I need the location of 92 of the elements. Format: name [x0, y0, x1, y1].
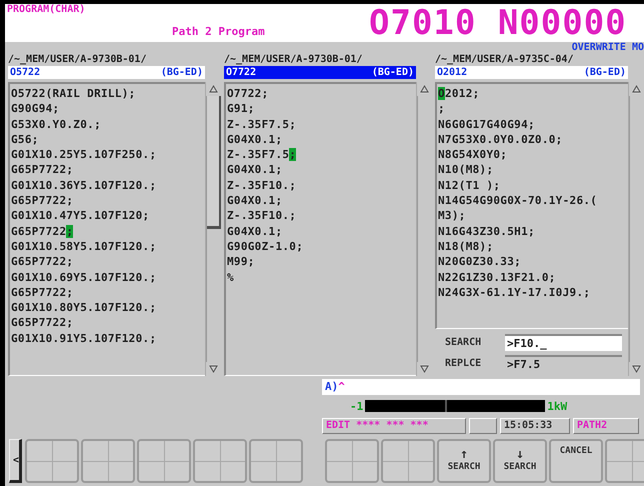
scroll-thumb[interactable]	[206, 96, 221, 229]
field-label: SEARCH	[445, 337, 482, 348]
status-field	[469, 418, 497, 434]
code-line: G01X10.80Y5.107F120.;	[11, 300, 158, 316]
folder-path: /~_MEM/USER/A-9735C-04/	[435, 54, 574, 66]
program-number: O5722	[10, 66, 40, 79]
folder-path: /~_MEM/USER/A-9730B-01/	[224, 54, 364, 66]
code-line: G01X10.36Y5.107F120.;	[11, 178, 158, 194]
code-line: N10(M8);	[438, 162, 494, 178]
soft-key[interactable]	[381, 439, 436, 483]
soft-key[interactable]	[605, 439, 644, 483]
code-line: O5722(RAIL DRILL);	[11, 86, 137, 102]
code-line: G65P7722;	[11, 254, 74, 270]
code-line: G01X10.91Y5.107F120.;	[11, 330, 158, 346]
code-line: M99;	[226, 254, 256, 270]
code-line: G56;	[11, 132, 40, 148]
soft-key[interactable]	[25, 439, 80, 483]
code-line: O7722;	[226, 86, 270, 102]
scrollbar[interactable]	[416, 82, 432, 376]
code-line: N16G43Z30.5H1;	[438, 224, 536, 239]
code-line: G65P7722;	[11, 224, 74, 239]
mode-status: EDIT **** *** ***	[322, 418, 466, 434]
soft-key[interactable]: ↓ SEARCH	[493, 439, 548, 483]
code-line: G01X10.69Y5.107F120.;	[11, 270, 158, 285]
screen-name: PROGRAM(CHAR)	[7, 4, 86, 16]
code-line: N8G54X0Y0;	[438, 147, 508, 162]
back-key[interactable]: <	[9, 439, 22, 483]
edit-mode: OVERWRITE MO	[572, 42, 644, 54]
code-line: N24G3X-61.1Y-17.I0J9.;	[438, 284, 592, 300]
input-field[interactable]: >F10._	[505, 334, 622, 351]
soft-key[interactable]	[81, 439, 136, 483]
code-line: G65P7722;	[11, 315, 74, 331]
code-line: G01X10.25Y5.107F250.;	[11, 147, 158, 162]
program-header[interactable]: O2012 (BG-ED)	[435, 66, 628, 79]
program-tag: (BG-ED)	[584, 66, 626, 79]
code-line: ;	[438, 101, 446, 117]
code-line: G90G0Z-1.0;	[226, 238, 304, 254]
soft-key[interactable]	[325, 439, 380, 483]
code-line: N6G0G17G40G94;	[438, 116, 536, 132]
code-line: M3);	[438, 208, 467, 224]
path-title: Path 2 Program	[172, 25, 266, 38]
scroll-up-icon[interactable]	[208, 85, 218, 93]
code-line: G01X10.58Y5.107F120.;	[11, 238, 158, 254]
code-line: G53X0.Y0.Z0.;	[11, 116, 102, 132]
soft-key[interactable]: CANCEL	[549, 439, 604, 483]
code-line: Z-.35F10.;	[226, 208, 298, 224]
input-value: ^	[338, 380, 345, 393]
code-line: G01X10.47Y5.107F120;	[11, 208, 150, 224]
code-line: G90G94;	[11, 101, 60, 117]
soft-key[interactable]	[137, 439, 192, 483]
code-line: G65P7722;	[11, 162, 74, 178]
program-tag: (BG-ED)	[160, 66, 203, 79]
code-line: N14G54G90G0X-70.1Y-26.(	[438, 193, 598, 208]
scrollbar[interactable]	[628, 82, 644, 376]
scroll-down-icon[interactable]	[632, 365, 641, 373]
meter-min: -1	[350, 400, 364, 412]
field-label: REPLCE	[445, 358, 482, 369]
program-tag: (BG-ED)	[372, 66, 414, 79]
input-prompt: A)	[325, 380, 338, 393]
folder-path: /~_MEM/USER/A-9730B-01/	[8, 54, 148, 66]
code-line: G91;	[226, 101, 256, 117]
code-line: %	[226, 270, 235, 285]
code-line: G65P7722;	[11, 284, 74, 300]
meter-max: 1kW	[547, 400, 568, 412]
code-line: Z-.35F7.5;	[226, 147, 298, 162]
program-number: O7010 N00000	[369, 4, 627, 42]
code-line: Z-.35F7.5;	[226, 116, 298, 132]
code-line: G04X0.1;	[226, 224, 284, 239]
scroll-down-icon[interactable]	[420, 365, 429, 373]
clock-time: 15:05:33	[500, 418, 570, 434]
path-status: PATH2	[573, 418, 639, 434]
code-line: G04X0.1;	[226, 132, 284, 148]
code-line: O2012;	[438, 86, 481, 102]
code-line: G04X0.1;	[226, 162, 284, 178]
program-header[interactable]: O7722 (BG-ED)	[224, 66, 416, 79]
code-line: N12(T1 );	[438, 178, 502, 194]
scroll-up-icon[interactable]	[420, 85, 429, 93]
code-line: N18(M8);	[438, 238, 494, 254]
code-line: N7G53X0.0Y0.0Z0.0;	[438, 132, 564, 148]
soft-key[interactable]: ↑ SEARCH	[437, 439, 492, 483]
code-line: N22G1Z30.13F21.0;	[438, 270, 557, 285]
program-number: O2012	[437, 66, 468, 79]
soft-key[interactable]	[193, 439, 248, 483]
code-line: Z-.35F10.;	[226, 178, 298, 194]
scroll-up-icon[interactable]	[632, 85, 641, 93]
code-line: G04X0.1;	[226, 193, 284, 208]
soft-key[interactable]	[249, 439, 304, 483]
code-line: N20G0Z30.33;	[438, 254, 522, 270]
code-line: G65P7722;	[11, 193, 74, 208]
scroll-down-icon[interactable]	[208, 365, 218, 373]
program-number: O7722	[226, 66, 256, 79]
program-header[interactable]: O5722 (BG-ED)	[8, 66, 205, 79]
